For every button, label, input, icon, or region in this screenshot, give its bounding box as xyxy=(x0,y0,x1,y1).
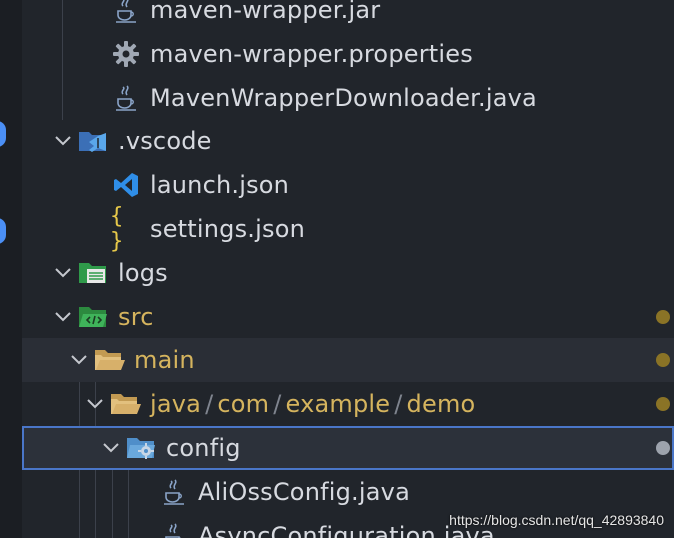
path-separator: / xyxy=(273,390,282,418)
path-segment: java xyxy=(150,390,202,418)
tree-item-path: java / com / example / demo xyxy=(150,390,475,418)
tree-item-maven-wrapper-properties[interactable]: maven-wrapper.properties xyxy=(22,32,674,76)
chevron-down-icon[interactable] xyxy=(54,295,72,339)
java-icon xyxy=(110,82,142,114)
tree-item-label: launch.json xyxy=(150,171,290,199)
tree-item-src-folder[interactable]: src xyxy=(22,295,674,339)
git-modified-dot xyxy=(656,397,670,411)
folder-open-icon xyxy=(110,388,142,420)
chevron-down-icon[interactable] xyxy=(54,119,72,163)
tree-item-label: maven-wrapper.properties xyxy=(150,40,473,68)
tree-item-maven-wrapper-jar[interactable]: maven-wrapper.jar xyxy=(22,0,674,32)
path-separator: / xyxy=(394,390,403,418)
git-status-dot xyxy=(656,441,670,455)
tree-item-label: MavenWrapperDownloader.java xyxy=(150,84,537,112)
chevron-down-icon[interactable] xyxy=(54,251,72,295)
git-modified-dot xyxy=(656,310,670,324)
tree-item-label: main xyxy=(134,346,195,374)
chevron-down-icon[interactable] xyxy=(86,382,104,426)
chevron-down-icon[interactable] xyxy=(70,338,88,382)
file-explorer: maven-wrapper.jar maven-wrapper.properti… xyxy=(0,0,674,538)
tree-item-label: maven-wrapper.jar xyxy=(150,0,381,24)
tree-item-label: settings.json xyxy=(150,215,306,243)
config-folder-icon xyxy=(126,432,158,464)
logs-folder-icon xyxy=(78,257,110,289)
gear-icon xyxy=(110,38,142,70)
java-icon xyxy=(158,520,190,538)
path-segment: demo xyxy=(406,390,476,418)
activity-badge[interactable] xyxy=(0,218,6,244)
src-folder-icon xyxy=(78,301,110,333)
tree-item-label: AliOssConfig.java xyxy=(198,478,410,506)
path-separator: / xyxy=(205,390,214,418)
path-segment: example xyxy=(285,390,391,418)
git-modified-dot xyxy=(656,353,670,367)
tree-item-config-folder[interactable]: config xyxy=(22,426,674,470)
tree-item-main-folder[interactable]: main xyxy=(22,338,674,382)
tree-item-label: src xyxy=(118,303,154,331)
tree-item-launch-json[interactable]: launch.json xyxy=(22,163,674,207)
tree-item-java-package-folder[interactable]: java / com / example / demo xyxy=(22,382,674,426)
tree-item-label: .vscode xyxy=(118,127,212,155)
java-icon xyxy=(158,476,190,508)
tree-item-settings-json[interactable]: { } settings.json xyxy=(22,204,674,254)
tree-item-label: config xyxy=(166,434,241,462)
json-braces-icon: { } xyxy=(110,204,124,254)
tree-item-label: logs xyxy=(118,259,168,287)
tree-item-vscode-folder[interactable]: .vscode xyxy=(22,119,674,163)
tree-item-maven-wrapper-downloader[interactable]: MavenWrapperDownloader.java xyxy=(22,76,674,120)
folder-open-icon xyxy=(94,344,126,376)
vscode-icon xyxy=(110,169,142,201)
tree-item-logs-folder[interactable]: logs xyxy=(22,251,674,295)
activity-bar xyxy=(0,0,22,538)
tree-item-alioss-config[interactable]: AliOssConfig.java xyxy=(22,470,674,514)
path-segment: com xyxy=(217,390,270,418)
chevron-down-icon[interactable] xyxy=(102,426,120,470)
java-icon xyxy=(110,0,142,26)
watermark: https://blog.csdn.net/qq_42893840 xyxy=(449,512,664,528)
activity-badge[interactable] xyxy=(0,121,6,147)
vscode-folder-icon xyxy=(78,125,110,157)
